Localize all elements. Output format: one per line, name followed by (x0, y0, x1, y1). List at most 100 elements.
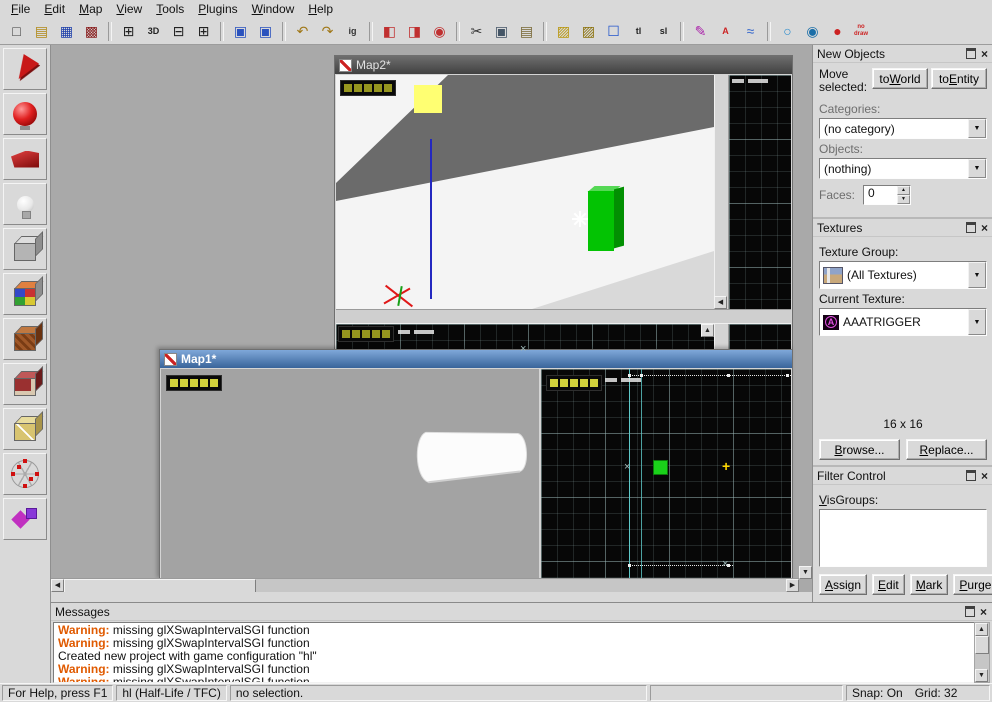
map2-3d-view[interactable] (336, 75, 714, 309)
assign-button[interactable]: Assign (819, 574, 867, 595)
texture-scale-lock-icon[interactable]: ▨ (577, 20, 600, 43)
menu-plugins[interactable]: Plugins (191, 1, 244, 18)
toggle-grid-icon[interactable]: ⊞ (117, 20, 140, 43)
purge-button[interactable]: Purge (953, 574, 992, 595)
edit-button[interactable]: Edit (872, 574, 905, 595)
decal-tool[interactable] (3, 363, 47, 405)
menu-tools[interactable]: Tools (149, 1, 191, 18)
displacement-icon[interactable]: ≈ (739, 20, 762, 43)
handle-dot[interactable] (628, 564, 631, 567)
block-tool[interactable] (3, 228, 47, 270)
dock-float-icon[interactable] (965, 606, 975, 617)
texture-lock-icon[interactable]: ▨ (552, 20, 575, 43)
map2-titlebar[interactable]: Map2* (335, 56, 792, 74)
entity-tool[interactable] (3, 183, 47, 225)
selected-entity-box[interactable] (653, 460, 668, 475)
clipping-tool[interactable] (3, 408, 47, 450)
magnify-tool[interactable] (3, 93, 47, 135)
copy-icon[interactable]: ▣ (490, 20, 513, 43)
dock-float-icon[interactable] (966, 48, 976, 59)
map1-2d-top-view[interactable]: × × + (541, 369, 791, 578)
menu-help[interactable]: Help (301, 1, 340, 18)
menu-window[interactable]: Window (245, 1, 302, 18)
new-file-icon[interactable]: □ (5, 20, 28, 43)
entity-report-icon[interactable]: ● (826, 20, 849, 43)
scroll-left-button[interactable]: ◀ (51, 579, 64, 592)
cascade-windows-icon[interactable]: ▣ (229, 20, 252, 43)
mark-button[interactable]: Mark (910, 574, 949, 595)
handle-dot[interactable] (628, 374, 631, 377)
scroll-down-button[interactable]: ▼ (975, 669, 988, 682)
current-texture-select[interactable]: AAATRIGGER ▼ (819, 308, 987, 336)
menu-file[interactable]: File (4, 1, 37, 18)
paint-brush-icon[interactable]: ✎ (689, 20, 712, 43)
handle-dot[interactable] (727, 374, 730, 377)
redo-icon[interactable]: ↷ (316, 20, 339, 43)
chevron-down-icon[interactable]: ▼ (968, 159, 986, 178)
visgroups-list[interactable] (819, 509, 987, 567)
grid-3d-icon[interactable]: 3D (142, 20, 165, 43)
morph-tool[interactable] (3, 498, 47, 540)
map2-2d-top-view[interactable] (729, 75, 791, 309)
scroll-right-button[interactable]: ▶ (786, 579, 799, 592)
chevron-down-icon[interactable]: ▼ (968, 262, 986, 288)
browse-button[interactable]: Browse... (819, 439, 900, 460)
replace-button[interactable]: Replace... (906, 439, 987, 460)
ignore-groups-icon[interactable]: ig (341, 20, 364, 43)
map1-titlebar[interactable]: Map1* (160, 350, 792, 368)
dock-float-icon[interactable] (966, 470, 976, 481)
scrollbar-track[interactable] (975, 636, 989, 669)
selection-tool[interactable] (3, 48, 47, 90)
tile-windows-icon[interactable]: ▣ (254, 20, 277, 43)
map1-3d-view[interactable] (161, 369, 539, 578)
categories-select[interactable]: (no category) ▼ (819, 118, 987, 139)
texture-lock-toggle[interactable]: tl (627, 20, 650, 43)
view-mode-buttons[interactable] (546, 375, 602, 391)
objects-select[interactable]: (nothing) ▼ (819, 158, 987, 179)
cut-icon[interactable]: ✂ (465, 20, 488, 43)
cordon-icon[interactable]: ○ (776, 20, 799, 43)
chevron-down-icon[interactable]: ▼ (968, 309, 986, 335)
map2-horizontal-scrollbar[interactable] (336, 309, 791, 324)
nodraw-icon[interactable]: no draw (851, 20, 871, 43)
close-icon[interactable]: × (980, 470, 989, 482)
menu-edit[interactable]: Edit (37, 1, 72, 18)
spin-up-icon[interactable]: ▲ (897, 186, 910, 195)
undo-icon[interactable]: ↶ (291, 20, 314, 43)
to-world-button[interactable]: toWorld (872, 68, 928, 89)
group-icon[interactable]: ◉ (428, 20, 451, 43)
grid-smaller-icon[interactable]: ⊟ (167, 20, 190, 43)
close-icon[interactable]: × (980, 222, 989, 234)
scroll-left-button[interactable]: ◀ (714, 296, 727, 309)
spin-down-icon[interactable]: ▼ (897, 195, 910, 204)
close-icon[interactable]: × (980, 48, 989, 60)
save-all-icon[interactable]: ▩ (80, 20, 103, 43)
view-mode-buttons[interactable] (166, 375, 222, 391)
faces-stepper[interactable]: 0 ▲ ▼ (863, 185, 911, 205)
apply-current-texture-tool[interactable] (3, 318, 47, 360)
close-icon[interactable]: × (979, 606, 988, 618)
scroll-up-button[interactable]: ▲ (975, 623, 988, 636)
carve-icon[interactable]: ◧ (378, 20, 401, 43)
camera-tool[interactable] (3, 138, 47, 180)
apply-texture-icon[interactable]: A (714, 20, 737, 43)
to-entity-button[interactable]: toEntity (931, 68, 987, 89)
save-file-icon[interactable]: ▦ (55, 20, 78, 43)
grid-larger-icon[interactable]: ⊞ (192, 20, 215, 43)
scale-lock-toggle[interactable]: sl (652, 20, 675, 43)
menu-map[interactable]: Map (72, 1, 109, 18)
messages-scrollbar[interactable]: ▲ ▼ (974, 622, 990, 683)
view-mode-buttons[interactable] (340, 80, 396, 96)
texture-application-tool[interactable] (3, 273, 47, 315)
cordon-edit-icon[interactable]: ◉ (801, 20, 824, 43)
mdi-horizontal-scrollbar[interactable]: ◀ ▶ (51, 578, 799, 592)
view-mode-buttons[interactable] (338, 326, 394, 342)
paste-icon[interactable]: ▤ (515, 20, 538, 43)
scroll-up-button[interactable]: ▲ (701, 324, 714, 337)
handle-dot[interactable] (786, 374, 789, 377)
dock-float-icon[interactable] (966, 222, 976, 233)
select-box-icon[interactable]: ☐ (602, 20, 625, 43)
scrollbar-thumb[interactable] (64, 579, 256, 592)
scrollbar-track[interactable] (64, 579, 786, 592)
menu-view[interactable]: View (109, 1, 149, 18)
